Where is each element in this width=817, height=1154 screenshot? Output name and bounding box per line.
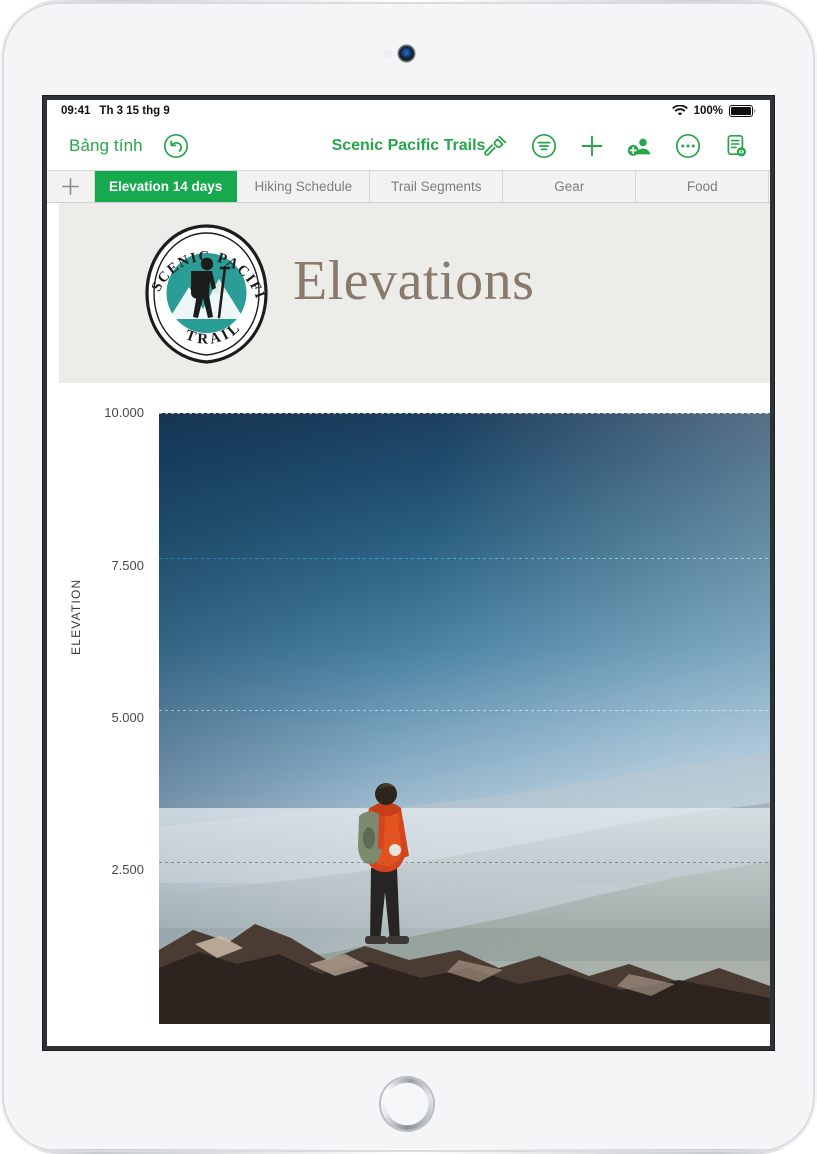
app-toolbar: Bảng tính Scenic Pacific Trails xyxy=(47,122,770,170)
sheet-tab-label: Elevation 14 days xyxy=(109,179,223,194)
status-time: 09:41 xyxy=(61,105,91,117)
gridline-2500 xyxy=(159,862,770,863)
hiker-figure xyxy=(347,764,423,954)
device-bottom-edge xyxy=(0,1149,817,1154)
add-person-icon[interactable] xyxy=(626,132,654,160)
y-axis-tick-7500: 7.500 xyxy=(111,558,144,573)
toolbar-actions xyxy=(482,132,770,160)
foreground-rocks xyxy=(159,864,770,1024)
paintbrush-icon[interactable] xyxy=(482,132,510,160)
list-circle-icon[interactable] xyxy=(530,132,558,160)
plus-icon[interactable] xyxy=(578,132,606,160)
page-title[interactable]: Elevations xyxy=(293,249,534,313)
add-sheet-button[interactable] xyxy=(47,171,95,202)
sheet-tab-trail-segments[interactable]: Trail Segments xyxy=(370,171,504,202)
battery-full-icon xyxy=(729,105,756,117)
sheet-tab-elevation-14-days[interactable]: Elevation 14 days xyxy=(95,171,238,202)
y-axis-tick-2500: 2.500 xyxy=(111,862,144,877)
device-top-edge xyxy=(0,0,817,4)
home-button-ring xyxy=(381,1078,433,1130)
home-button[interactable] xyxy=(381,1078,433,1130)
chart-plot-area[interactable] xyxy=(159,413,770,1024)
sheet-tab-hiking-schedule[interactable]: Hiking Schedule xyxy=(237,171,371,202)
status-bar-right: 100% xyxy=(671,105,756,117)
sheet-tab-label: Food xyxy=(686,179,718,194)
ellipsis-circle-icon[interactable] xyxy=(674,132,702,160)
sheet-tab-label: Hiking Schedule xyxy=(254,179,353,194)
sheet-tab-food[interactable]: Food xyxy=(636,171,770,202)
y-axis-tick-5000: 5.000 xyxy=(111,710,144,725)
sheet-tab-bar: Elevation 14 days Hiking Schedule Trail … xyxy=(47,170,770,203)
back-to-spreadsheets-button[interactable]: Bảng tính xyxy=(69,136,143,156)
gridline-7500 xyxy=(159,558,770,559)
elevation-chart[interactable]: ELEVATION 10.000 7.500 5.000 2.500 xyxy=(47,405,770,1046)
ipad-device-frame: 09:41 Th 3 15 thg 9 100% Bảng tính Sceni… xyxy=(0,0,817,1154)
y-axis-tick-10000: 10.000 xyxy=(104,405,144,420)
wifi-icon xyxy=(671,105,688,117)
screen: 09:41 Th 3 15 thg 9 100% Bảng tính Sceni… xyxy=(47,100,770,1046)
sheet-tab-label: Gear xyxy=(554,179,585,194)
battery-percent-label: 100% xyxy=(693,105,723,117)
spreadsheet-canvas[interactable]: SCENIC PACIFIC TRAILS Elevations ELEVATI… xyxy=(47,203,770,1046)
status-bar-left: 09:41 Th 3 15 thg 9 xyxy=(61,105,170,117)
y-axis-title: ELEVATION xyxy=(69,578,83,655)
chart-top-border xyxy=(159,413,770,414)
document-eye-icon[interactable] xyxy=(722,132,750,160)
ambient-sensor-icon xyxy=(384,49,393,58)
undo-circle-icon[interactable] xyxy=(163,133,189,159)
sheet-tab-gear[interactable]: Gear xyxy=(503,171,637,202)
status-date: Th 3 15 thg 9 xyxy=(99,105,170,117)
gridline-5000 xyxy=(159,710,770,711)
front-camera-icon xyxy=(399,46,414,61)
status-bar: 09:41 Th 3 15 thg 9 100% xyxy=(47,100,770,122)
sheet-tab-label: Trail Segments xyxy=(391,179,482,194)
scenic-pacific-trails-logo: SCENIC PACIFIC TRAILS xyxy=(133,209,274,367)
